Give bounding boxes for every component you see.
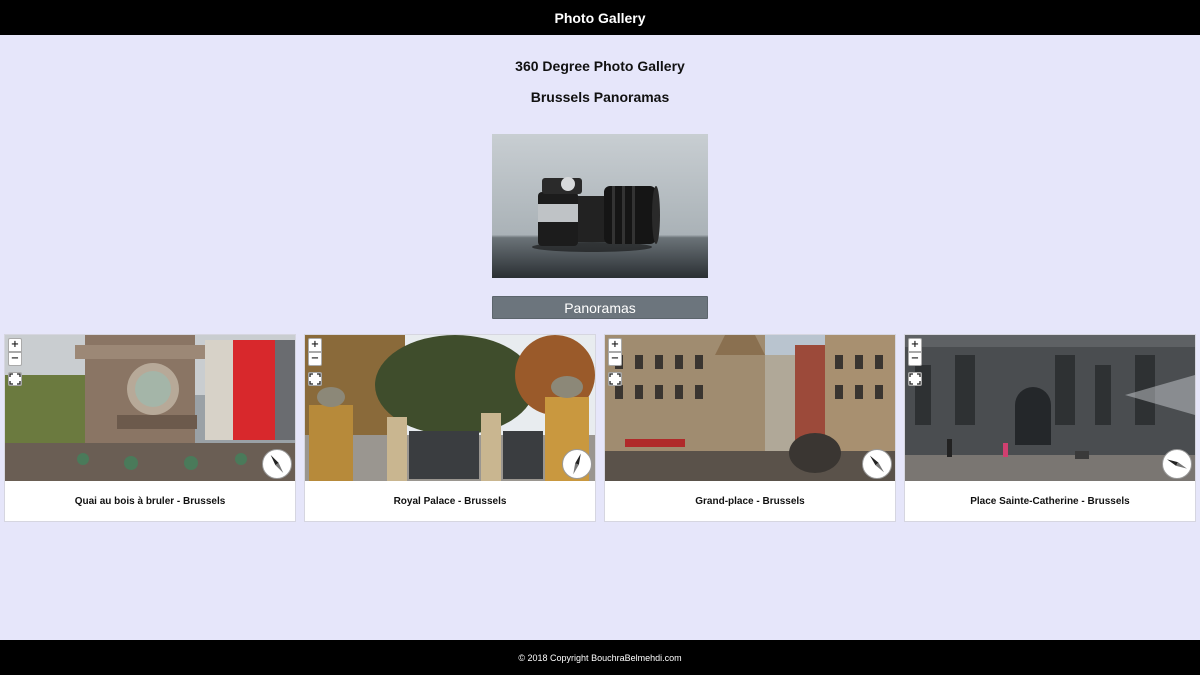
fullscreen-button[interactable]: [308, 372, 322, 386]
panorama-card-grid: + − Quai au bois à bruler - Brussels + −…: [4, 334, 1196, 522]
page-subtitle: Brussels Panoramas: [530, 89, 670, 105]
panorama-card: + − Place Sainte-Catherine - Brussels: [904, 334, 1196, 522]
panorama-image-royal-palace: [305, 335, 595, 481]
panorama-viewer[interactable]: + −: [605, 335, 895, 481]
zoom-out-button[interactable]: −: [908, 352, 922, 366]
panorama-image-sainte-catherine: [905, 335, 1195, 481]
fullscreen-icon: [9, 373, 21, 385]
panorama-image-grand-place: [605, 335, 895, 481]
compass-icon: [270, 454, 284, 474]
compass-icon: [573, 453, 581, 475]
footer-copyright: © 2018 Copyright BouchraBelmehdi.com: [518, 652, 682, 663]
zoom-in-button[interactable]: +: [908, 338, 922, 352]
panorama-caption: Quai au bois à bruler - Brussels: [74, 495, 226, 507]
camera-photo: [492, 134, 708, 278]
panorama-card: + − Grand-place - Brussels: [604, 334, 896, 522]
zoom-out-button[interactable]: −: [8, 352, 22, 366]
page-title: 360 Degree Photo Gallery: [515, 58, 685, 74]
panorama-viewer[interactable]: + −: [305, 335, 595, 481]
compass-button[interactable]: [1162, 449, 1192, 479]
panorama-card: + − Quai au bois à bruler - Brussels: [4, 334, 296, 522]
zoom-in-button[interactable]: +: [608, 338, 622, 352]
fullscreen-icon: [909, 373, 921, 385]
navbar-title: Photo Gallery: [554, 9, 646, 26]
zoom-out-button[interactable]: −: [608, 352, 622, 366]
fullscreen-button[interactable]: [908, 372, 922, 386]
zoom-out-button[interactable]: −: [308, 352, 322, 366]
fullscreen-icon: [609, 373, 621, 385]
footer: © 2018 Copyright BouchraBelmehdi.com: [0, 640, 1200, 675]
hero-camera-image: [492, 134, 708, 278]
panorama-card: + − Royal Palace - Brussels: [304, 334, 596, 522]
fullscreen-icon: [309, 373, 321, 385]
panorama-image-fountain: [5, 335, 295, 481]
panorama-viewer[interactable]: + −: [905, 335, 1195, 481]
fullscreen-button[interactable]: [8, 372, 22, 386]
zoom-in-button[interactable]: +: [308, 338, 322, 352]
fullscreen-button[interactable]: [608, 372, 622, 386]
compass-button[interactable]: [262, 449, 292, 479]
compass-button[interactable]: [562, 449, 592, 479]
compass-icon: [1167, 459, 1187, 469]
panorama-caption: Grand-place - Brussels: [695, 495, 805, 507]
compass-icon: [869, 455, 885, 473]
top-navbar: Photo Gallery: [0, 0, 1200, 35]
panoramas-button[interactable]: Panoramas: [492, 296, 708, 319]
panorama-caption: Place Sainte-Catherine - Brussels: [970, 495, 1130, 507]
compass-button[interactable]: [862, 449, 892, 479]
zoom-in-button[interactable]: +: [8, 338, 22, 352]
panorama-caption: Royal Palace - Brussels: [393, 495, 507, 507]
panorama-viewer[interactable]: + −: [5, 335, 295, 481]
